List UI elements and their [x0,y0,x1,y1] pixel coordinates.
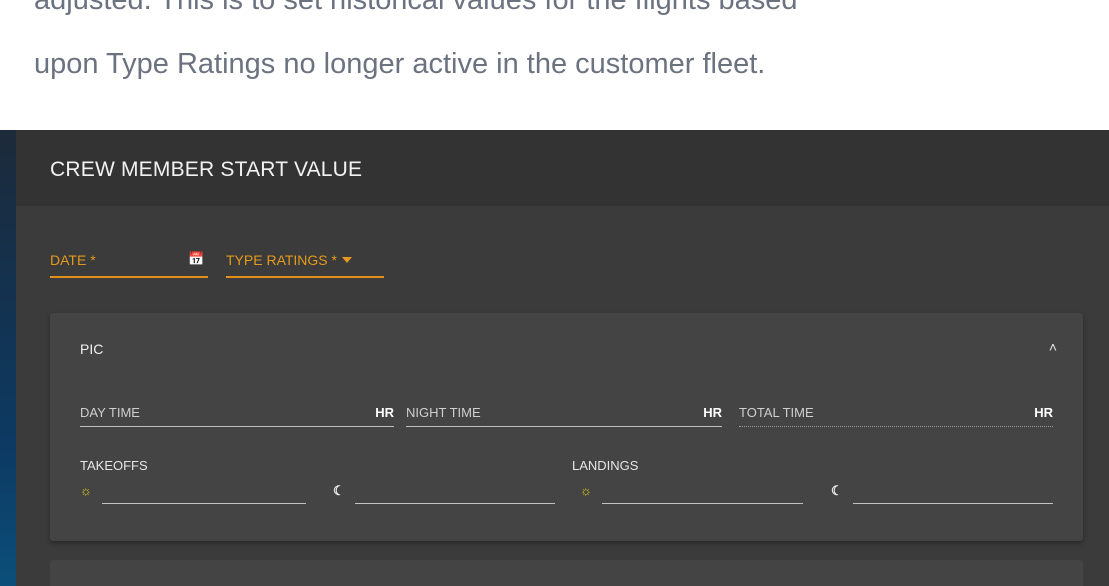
type-ratings-label: TYPE RATINGS * [226,252,337,268]
pic-card: PIC ˄ DAY TIME HR NIGHT TIME HR TOTAL TI… [50,313,1083,541]
crew-start-value-panel: CREW MEMBER START VALUE DATE * 📅 TYPE RA… [16,130,1109,586]
day-time-field[interactable]: DAY TIME HR [80,403,394,427]
landings-day-input[interactable]: ☼ [580,478,803,504]
moon-icon: ☾ [333,483,345,498]
panel-header: CREW MEMBER START VALUE [16,130,1109,206]
date-label: DATE * [50,252,96,268]
caret-down-icon[interactable] [341,257,352,263]
total-time-field: TOTAL TIME HR [739,403,1053,427]
landings-label: LANDINGS [572,458,639,473]
date-underline [50,276,208,278]
takeoffs-day-input[interactable]: ☼ [80,478,306,504]
app-screenshot: CREW MEMBER START VALUE DATE * 📅 TYPE RA… [0,130,1109,586]
doc-line-1: adjusted. This is to set historical valu… [34,0,798,16]
takeoffs-label: TAKEOFFS [80,458,148,473]
calendar-icon[interactable]: 📅 [188,251,204,266]
doc-line-2: upon Type Ratings no longer active in th… [34,48,766,80]
total-time-unit: HR [1034,405,1053,420]
night-time-label: NIGHT TIME [406,405,481,420]
takeoffs-day-underline [102,503,306,504]
day-time-underline [80,426,394,427]
panel-title: CREW MEMBER START VALUE [50,158,363,181]
moon-icon: ☾ [831,483,843,498]
takeoffs-night-underline [355,503,555,504]
chevron-up-icon[interactable]: ˄ [1049,339,1057,355]
next-card [50,560,1083,586]
type-ratings-underline [226,276,384,278]
date-field[interactable]: DATE * 📅 [50,251,208,278]
landings-night-underline [853,503,1053,504]
total-time-label: TOTAL TIME [739,405,814,420]
night-time-underline [406,426,722,427]
landings-night-input[interactable]: ☾ [831,478,1053,504]
night-time-unit: HR [703,405,722,420]
landings-day-underline [602,503,803,504]
sun-icon: ☼ [80,483,92,498]
night-time-field[interactable]: NIGHT TIME HR [406,403,722,427]
type-ratings-select[interactable]: TYPE RATINGS * [226,252,384,278]
sun-icon: ☼ [580,483,592,498]
day-time-unit: HR [375,405,394,420]
total-time-underline [739,425,1053,427]
takeoffs-night-input[interactable]: ☾ [333,478,555,504]
pic-title: PIC [80,341,104,357]
background-edge [0,130,16,586]
day-time-label: DAY TIME [80,405,140,420]
